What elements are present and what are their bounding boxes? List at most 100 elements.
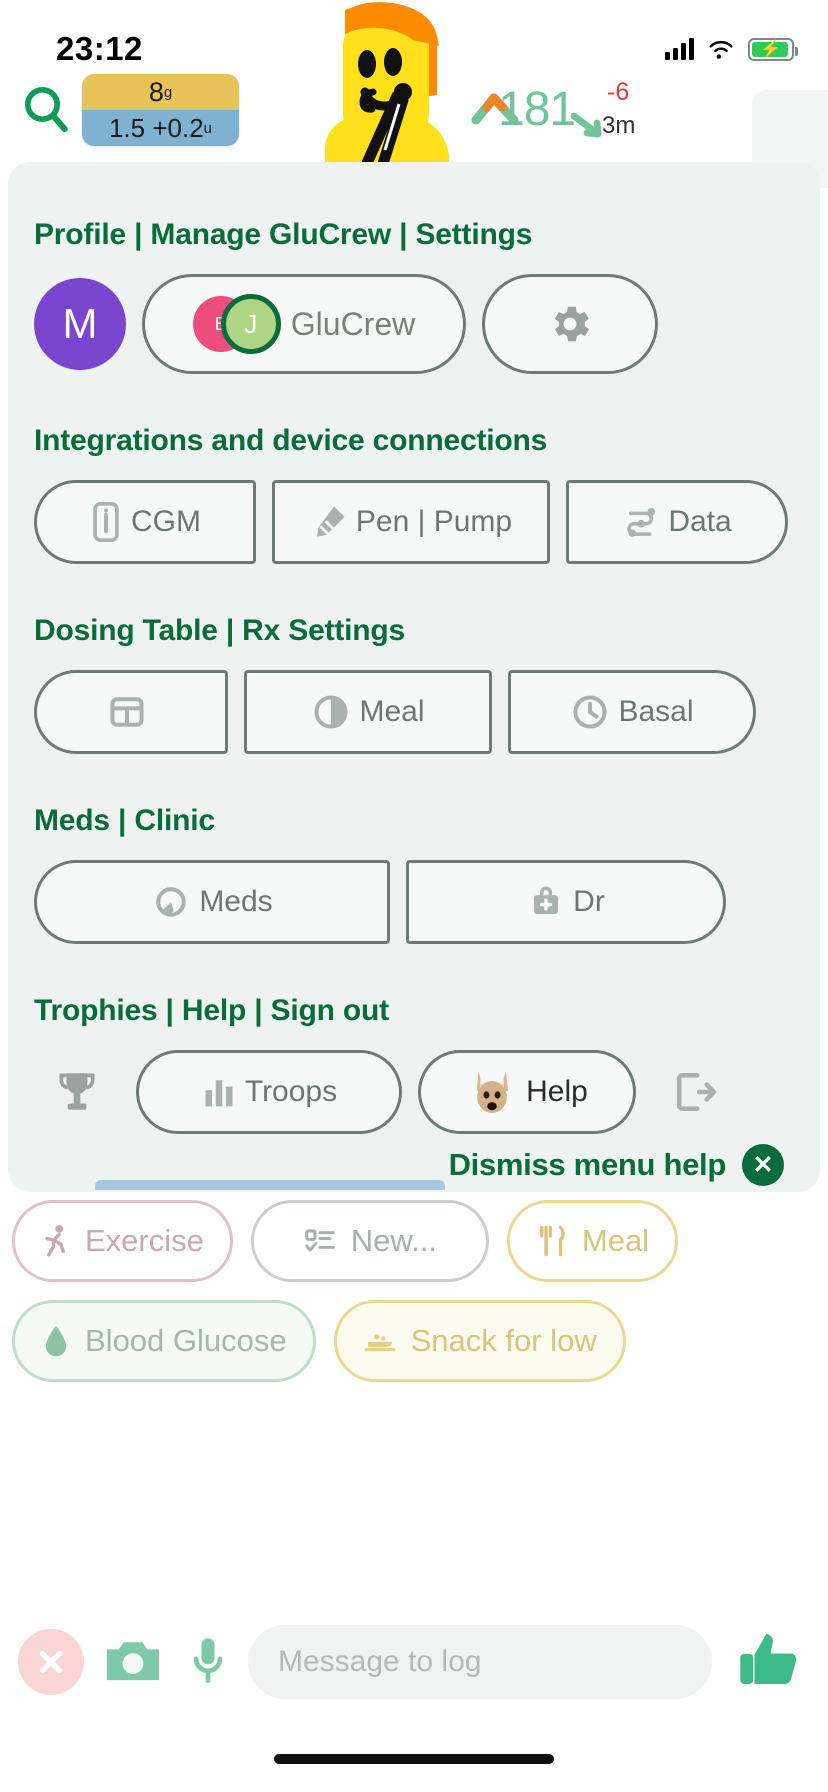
chip-blood-glucose-label: Blood Glucose (85, 1323, 287, 1358)
chip-new[interactable]: New... (250, 1200, 489, 1282)
close-icon (39, 1650, 63, 1674)
chip-snack-for-low[interactable]: Snack for low (333, 1300, 626, 1382)
message-input[interactable]: Message to log (248, 1625, 712, 1699)
cgm-button[interactable]: CGM (34, 480, 256, 564)
section-title-dosing: Dosing Table | Rx Settings (34, 614, 406, 647)
carb-dose: 8g (82, 74, 239, 110)
microphone-icon (193, 1637, 223, 1683)
glucose-delta: -6 (607, 78, 630, 106)
thumbs-up-icon (740, 1633, 797, 1684)
chip-new-label: New... (350, 1223, 437, 1258)
meal-dosing-button[interactable]: Meal (244, 670, 492, 754)
camera-icon (107, 1641, 159, 1680)
chip-meal[interactable]: Meal (506, 1200, 679, 1282)
chat-bubble-edge (95, 1180, 445, 1190)
home-indicator (274, 1754, 554, 1764)
battery-charging-icon: ⚡ (748, 37, 798, 61)
sign-out-icon (676, 1073, 717, 1111)
trophies-row: Troops Help (34, 1050, 794, 1134)
chip-blood-glucose[interactable]: Blood Glucose (12, 1300, 316, 1382)
cutlery-icon (536, 1224, 568, 1258)
section-title-integrations: Integrations and device connections (34, 424, 548, 457)
profile-avatar[interactable]: M (34, 278, 126, 370)
pen-pump-button[interactable]: Pen | Pump (272, 480, 550, 564)
trophy-icon (59, 1073, 95, 1110)
app-bar: 8g 1.5 +0.2 u 181 -6 3m (0, 2, 828, 230)
settings-menu-sheet: Profile | Manage GluCrew | Settings M E … (8, 162, 820, 1192)
status-clock: 23:12 (56, 30, 143, 67)
glucrew-label: GluCrew (290, 305, 416, 342)
integrations-row: CGM Pen | Pump Data (34, 480, 794, 564)
status-indicators: ⚡ (665, 37, 798, 61)
cellular-signal-icon (665, 38, 694, 60)
section-title-meds: Meds | Clinic (34, 804, 215, 837)
mic-button[interactable] (182, 1634, 234, 1691)
kangaroo-icon (466, 1067, 518, 1117)
cgm-label: CGM (131, 505, 201, 538)
basal-dosing-label: Basal (618, 695, 694, 728)
gear-icon (554, 306, 589, 342)
sign-out-button[interactable] (652, 1067, 738, 1117)
dosing-row: Meal Basal (34, 670, 794, 754)
help-button[interactable]: Help (418, 1050, 636, 1134)
syringe-icon (310, 503, 348, 541)
profile-row: M E J GluCrew (34, 274, 794, 374)
data-label: Data (668, 505, 732, 538)
crew-avatars: E J (192, 294, 281, 354)
running-icon (41, 1224, 71, 1258)
help-label: Help (526, 1075, 588, 1108)
pie-chart-icon (311, 692, 351, 732)
quick-action-chips: Exercise New... Meal Blood Glucose Snack… (0, 1200, 828, 1400)
pill-icon (151, 882, 191, 922)
cgm-sensor-icon (89, 502, 123, 542)
chip-exercise[interactable]: Exercise (12, 1200, 233, 1282)
crew-avatar-j: J (220, 294, 281, 354)
chip-exercise-label: Exercise (85, 1223, 204, 1258)
carb-value: 8 (148, 76, 164, 107)
message-composer: Message to log (0, 1604, 828, 1720)
avatar-initial: M (62, 300, 98, 347)
section-title-trophies: Trophies | Help | Sign out (34, 994, 389, 1027)
troops-button[interactable]: Troops (136, 1050, 402, 1134)
meds-row: Meds Dr (34, 860, 794, 944)
cancel-button[interactable] (18, 1629, 84, 1695)
chip-row-1: Exercise New... Meal (0, 1200, 828, 1300)
basal-dosing-button[interactable]: Basal (508, 670, 756, 754)
chip-snack-for-low-label: Snack for low (410, 1323, 597, 1358)
meds-label: Meds (199, 885, 273, 918)
meal-dosing-label: Meal (359, 695, 425, 728)
trophies-button[interactable] (34, 1067, 120, 1117)
send-button[interactable] (726, 1629, 810, 1696)
insulin-value: 1.5 +0.2 (108, 112, 204, 143)
phone-screen: 23:12 ⚡ 8g 1.5 +0.2 u 181 -6 3m Profile … (0, 0, 828, 1792)
glucose-readout[interactable]: 181 -6 3m (470, 76, 670, 156)
troops-label: Troops (244, 1075, 338, 1108)
snack-icon (363, 1326, 397, 1356)
doctor-label: Dr (573, 885, 605, 918)
data-nodes-icon (622, 503, 660, 541)
insulin-unit: u (203, 119, 213, 137)
chip-row-2: Blood Glucose Snack for low (0, 1300, 828, 1400)
settings-button[interactable] (482, 274, 658, 374)
chip-meal-label: Meal (581, 1223, 650, 1258)
data-button[interactable]: Data (566, 480, 788, 564)
dose-summary-pill[interactable]: 8g 1.5 +0.2 u (82, 74, 239, 146)
doctor-button[interactable]: Dr (406, 860, 726, 944)
clock-icon (570, 692, 610, 732)
carb-unit: g (163, 83, 173, 101)
glucrew-button[interactable]: E J GluCrew (142, 274, 466, 374)
camera-button[interactable] (98, 1634, 168, 1691)
wifi-icon (709, 40, 733, 59)
message-input-placeholder: Message to log (278, 1645, 482, 1678)
section-title-profile: Profile | Manage GluCrew | Settings (34, 218, 533, 251)
table-grid-icon (107, 692, 147, 732)
bar-chart-icon (201, 1074, 237, 1110)
search-icon[interactable] (18, 80, 74, 141)
dismiss-menu-help-label: Dismiss menu help (448, 1147, 727, 1182)
glucose-value: 181 (498, 83, 576, 136)
glucose-time-ago: 3m (602, 112, 636, 139)
pen-pump-label: Pen | Pump (355, 505, 513, 538)
close-circle-icon[interactable]: ✕ (742, 1144, 784, 1186)
dosing-table-button[interactable] (34, 670, 228, 754)
meds-button[interactable]: Meds (34, 860, 390, 944)
